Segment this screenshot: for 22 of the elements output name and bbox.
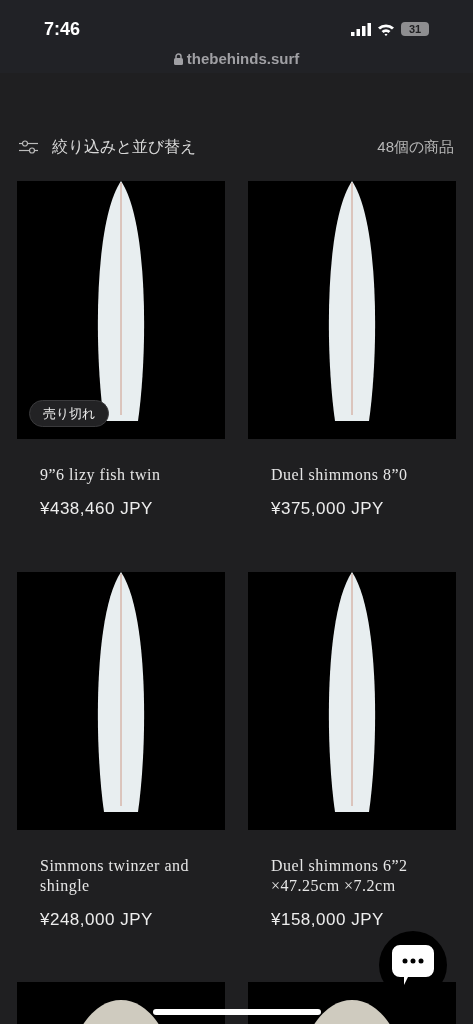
photo-placeholder[interactable] bbox=[17, 571, 225, 830]
product-price: ¥438,460 JPY bbox=[39, 498, 154, 520]
sliders-icon bbox=[19, 140, 38, 154]
photo-placeholder[interactable] bbox=[248, 571, 456, 830]
filter-sort-button[interactable]: 絞り込みと並び替え bbox=[19, 135, 196, 159]
product-price: ¥375,000 JPY bbox=[270, 498, 385, 520]
battery-indicator: 31 bbox=[401, 22, 429, 36]
product-title[interactable]: 9”6 lizy fish twin bbox=[17, 465, 225, 485]
wifi-icon bbox=[377, 22, 395, 36]
product-count: 48個の商品 bbox=[377, 136, 454, 157]
product-title[interactable]: Simmons twinzer and shingle bbox=[17, 855, 225, 896]
lock-icon bbox=[173, 53, 183, 66]
photo-placeholder[interactable] bbox=[248, 181, 456, 439]
url-text[interactable]: thebehinds.surf bbox=[186, 48, 300, 71]
product-price: ¥248,000 JPY bbox=[39, 908, 154, 931]
signal-icon bbox=[351, 22, 371, 36]
status-time: 7:46 bbox=[44, 17, 81, 41]
product-title[interactable]: Duel shimmons 8”0 bbox=[248, 465, 456, 485]
product-title[interactable]: Duel shimmons 6”2 ×47.25cm ×7.2cm bbox=[248, 855, 456, 896]
sold-out-badge: 売り切れ bbox=[29, 399, 109, 427]
photo-placeholder[interactable]: 売り切れ bbox=[17, 181, 225, 439]
product-price: ¥158,000 JPY bbox=[270, 908, 385, 931]
